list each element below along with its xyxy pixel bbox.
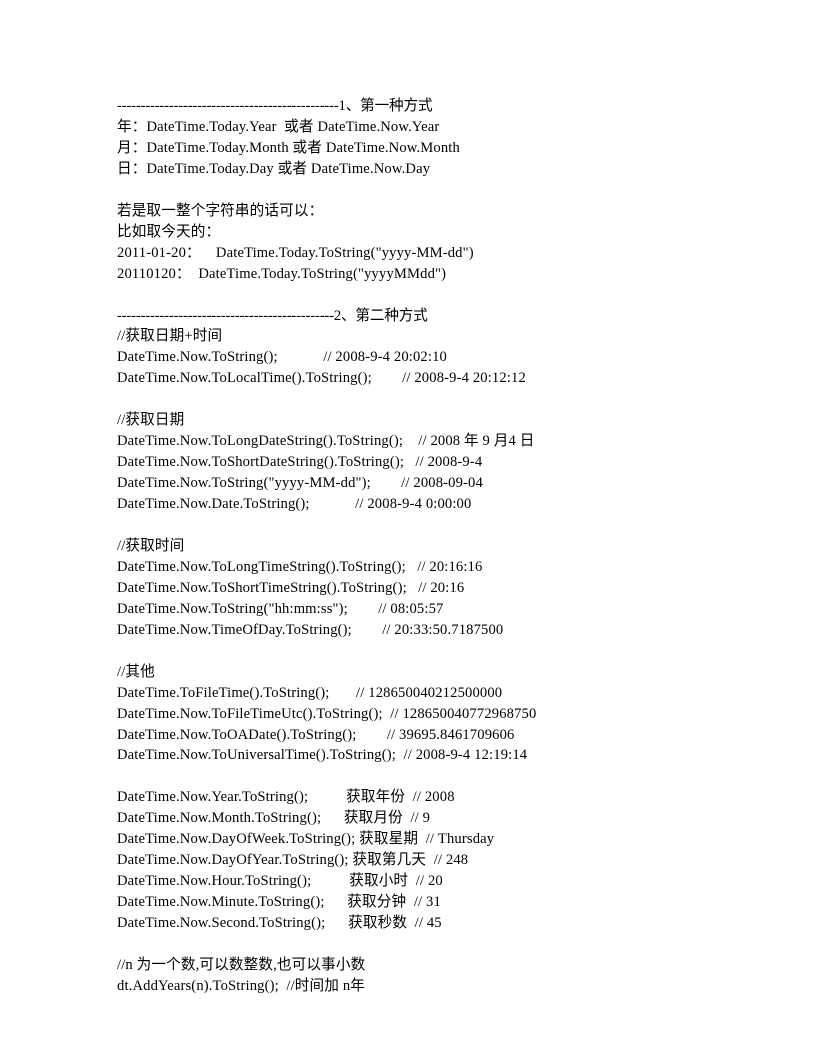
code-touniversaltime: DateTime.Now.ToUniversalTime().ToString(… [117,747,528,764]
code-toshorttimestring: DateTime.Now.ToShortTimeString().ToStrin… [117,579,465,596]
text-line-month: 月：DateTime.Today.Month 或者 DateTime.Now.M… [117,139,460,156]
code-second-tostring: DateTime.Now.Second.ToString(); 获取秒数 // … [117,915,442,932]
code-timeofday-tostring: DateTime.Now.TimeOfDay.ToString(); // 20… [117,621,504,638]
code-dayofweek-tostring: DateTime.Now.DayOfWeek.ToString(); 获取星期 … [117,831,495,848]
code-year-tostring: DateTime.Now.Year.ToString(); 获取年份 // 20… [117,789,455,806]
document-page: ----------------------------------------… [0,0,816,1056]
code-hour-tostring: DateTime.Now.Hour.ToString(); 获取小时 // 20 [117,873,443,890]
text-line-day: 日：DateTime.Today.Day 或者 DateTime.Now.Day [117,160,431,177]
text-line-date-compact: 20110120： DateTime.Today.ToString("yyyyM… [117,265,447,282]
code-addyears: dt.AddYears(n).ToString(); //时间加 n年 [117,977,365,994]
code-tolongtimestring: DateTime.Now.ToLongTimeString().ToString… [117,558,483,575]
code-now-tolocaltime: DateTime.Now.ToLocalTime().ToString(); /… [117,370,526,387]
code-tostring-hhmmss: DateTime.Now.ToString("hh:mm:ss"); // 08… [117,600,444,617]
code-minute-tostring: DateTime.Now.Minute.ToString(); 获取分钟 // … [117,894,441,911]
code-tooadate: DateTime.Now.ToOADate().ToString(); // 3… [117,726,515,743]
code-date-tostring: DateTime.Now.Date.ToString(); // 2008-9-… [117,496,472,513]
code-dayofyear-tostring: DateTime.Now.DayOfYear.ToString(); 获取第几天… [117,852,469,869]
text-line-example-intro: 比如取今天的： [117,223,221,240]
code-tolongdatestring: DateTime.Now.ToLongDateString().ToString… [117,433,535,450]
comment-get-datetime: //获取日期+时间 [117,328,223,345]
comment-get-date: //获取日期 [117,412,185,429]
comment-other: //其他 [117,663,155,680]
text-line-year: 年：DateTime.Today.Year 或者 DateTime.Now.Ye… [117,118,440,135]
comment-get-time: //获取时间 [117,537,185,554]
section-separator-2: ----------------------------------------… [117,307,428,324]
section-separator-1: ----------------------------------------… [117,98,433,114]
code-tostring-yyyy-mm-dd: DateTime.Now.ToString("yyyy-MM-dd"); // … [117,475,483,492]
comment-n-description: //n 为一个数,可以数整数,也可以事小数 [117,956,366,973]
code-tofiletimeutc: DateTime.Now.ToFileTimeUtc().ToString();… [117,705,537,722]
code-toshortdatestring: DateTime.Now.ToShortDateString().ToStrin… [117,454,483,471]
code-now-tostring: DateTime.Now.ToString(); // 2008-9-4 20:… [117,349,447,366]
code-month-tostring: DateTime.Now.Month.ToString(); 获取月份 // 9 [117,810,431,827]
document-text-body: ----------------------------------------… [117,96,717,997]
text-line-date-dashed: 2011-01-20： DateTime.Today.ToString("yyy… [117,244,474,261]
text-line-string-note: 若是取一整个字符串的话可以： [117,202,324,219]
code-tofiletime: DateTime.ToFileTime().ToString(); // 128… [117,684,503,701]
